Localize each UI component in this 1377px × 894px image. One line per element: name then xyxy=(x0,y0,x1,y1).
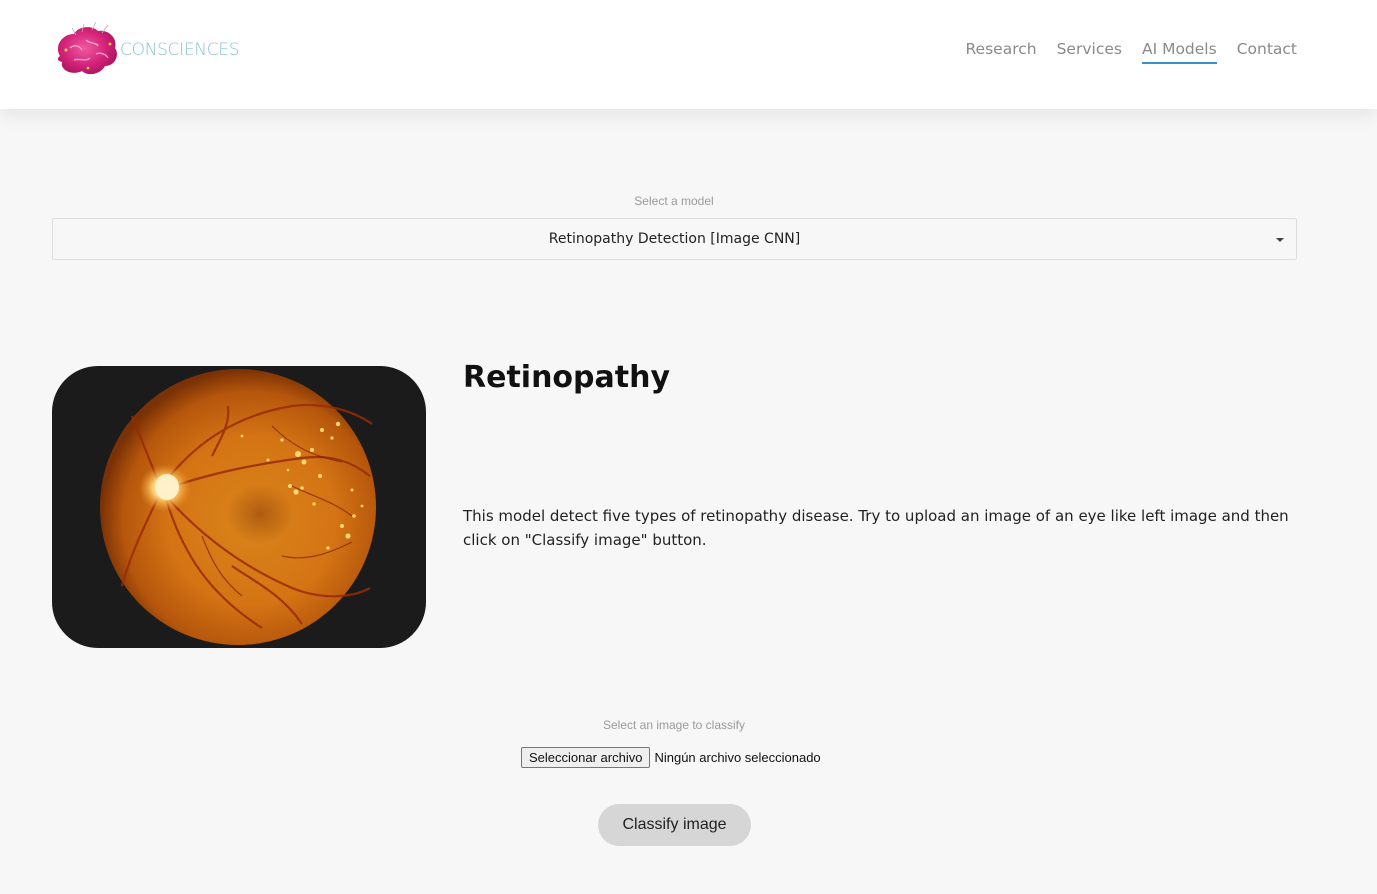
model-select-label: Select a model xyxy=(634,194,714,208)
caret-down-icon xyxy=(1276,238,1284,242)
file-status: Ningún archivo seleccionado xyxy=(654,750,821,765)
brain-logo-icon xyxy=(57,21,117,75)
nav-item-services[interactable]: Services xyxy=(1057,40,1122,64)
model-select-value: Retinopathy Detection [Image CNN] xyxy=(548,231,801,247)
model-select-dropdown[interactable]: Retinopathy Detection [Image CNN] xyxy=(52,218,1297,260)
brand-name: CONSCIENCES xyxy=(120,40,240,60)
retina-fundus-image xyxy=(52,366,426,648)
model-title: Retinopathy xyxy=(463,360,671,395)
brand-logo[interactable]: CONSCIENCES xyxy=(52,20,240,80)
retina-fundus-icon xyxy=(100,369,376,645)
nav-item-ai-models[interactable]: AI Models xyxy=(1141,40,1217,64)
file-input[interactable]: Seleccionar archivo Ningún archivo selec… xyxy=(521,747,821,768)
main-nav: Research Services AI Models Contact xyxy=(965,40,1297,64)
choose-file-button[interactable]: Seleccionar archivo xyxy=(521,747,651,768)
upload-label: Select an image to classify xyxy=(602,718,746,732)
site-header: CONSCIENCES Research Services AI Models … xyxy=(0,0,1377,109)
nav-item-research[interactable]: Research xyxy=(965,40,1036,64)
classify-image-button[interactable]: Classify image xyxy=(598,804,751,846)
nav-item-contact[interactable]: Contact xyxy=(1237,40,1297,64)
model-description: This model detect five types of retinopa… xyxy=(463,507,1289,549)
